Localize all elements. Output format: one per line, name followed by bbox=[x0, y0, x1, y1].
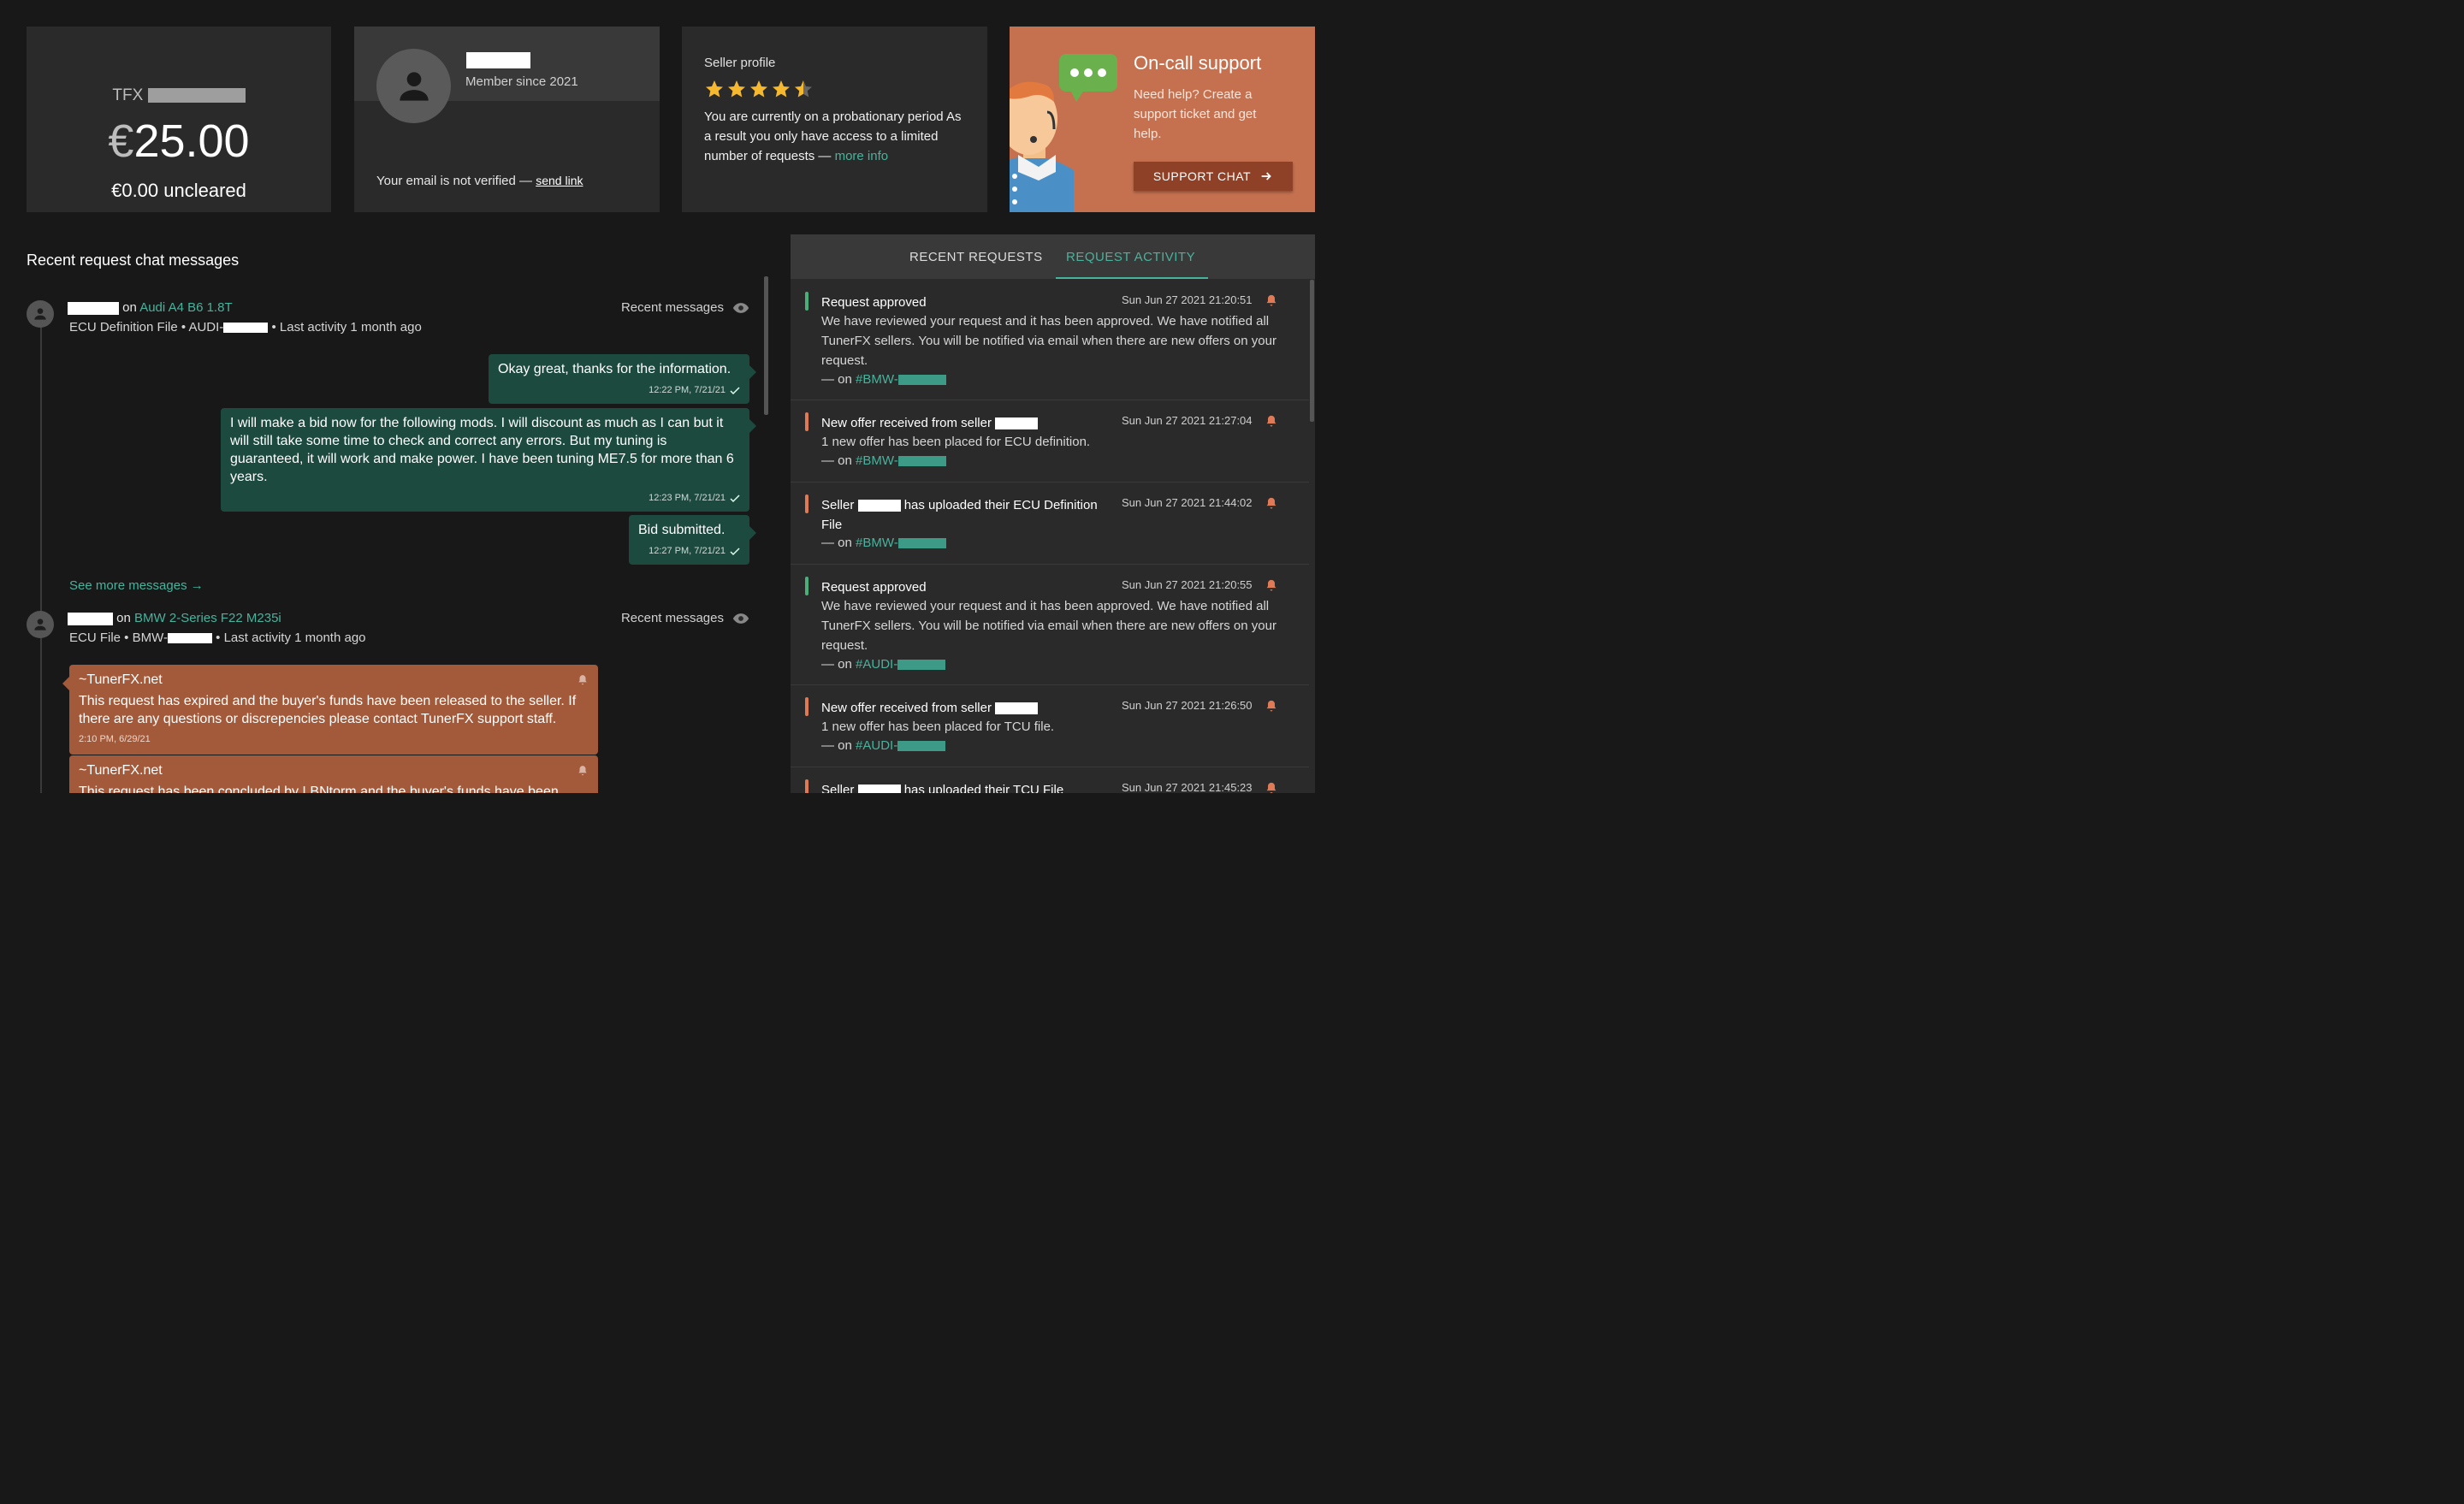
activity-item[interactable]: New offer received from seller Sun Jun 2… bbox=[791, 400, 1309, 483]
bell-icon bbox=[578, 765, 587, 775]
avatar bbox=[27, 611, 54, 638]
redacted-username bbox=[147, 88, 246, 104]
support-title: On-call support bbox=[1134, 52, 1262, 74]
bell-icon[interactable] bbox=[1265, 699, 1278, 714]
request-ref-link[interactable]: #BMW- bbox=[856, 453, 898, 468]
tab-request-activity[interactable]: REQUEST ACTIVITY bbox=[1066, 250, 1195, 264]
redacted-username bbox=[995, 702, 1039, 715]
send-link[interactable]: send link bbox=[536, 174, 583, 187]
balance-amount: €25.00 bbox=[108, 115, 250, 167]
redacted-username bbox=[995, 417, 1039, 430]
profile-card: Member since 2021 Your email is not veri… bbox=[354, 27, 660, 212]
system-message: ~TunerFX.net This request has been concl… bbox=[69, 755, 598, 793]
chat-section-title: Recent request chat messages bbox=[27, 252, 240, 269]
activity-item[interactable]: Seller has uploaded their ECU Definition… bbox=[791, 483, 1309, 565]
activity-panel: RECENT REQUESTS REQUEST ACTIVITY Request… bbox=[791, 234, 1315, 793]
recent-messages-toggle[interactable]: Recent messages bbox=[621, 300, 749, 315]
recent-messages-toggle[interactable]: Recent messages bbox=[621, 611, 749, 625]
support-card: On-call support Need help? Create a supp… bbox=[1010, 27, 1315, 212]
check-icon bbox=[730, 547, 740, 555]
balance-card: TFX €25.00 €0.00 uncleared bbox=[27, 27, 331, 212]
check-icon bbox=[730, 386, 740, 394]
redacted-username bbox=[466, 52, 530, 68]
avatar[interactable] bbox=[376, 49, 451, 123]
chat-message: Okay great, thanks for the information. … bbox=[489, 354, 756, 404]
activity-item[interactable]: Request approved Sun Jun 27 2021 21:20:5… bbox=[791, 280, 1309, 400]
balance-currency: TFX bbox=[27, 86, 331, 105]
system-message: ~TunerFX.net This request has expired an… bbox=[62, 665, 598, 755]
support-description: Need help? Create a support ticket and g… bbox=[1134, 87, 1257, 141]
star-icon bbox=[706, 80, 723, 98]
chat-scrollbar[interactable] bbox=[764, 276, 768, 415]
redacted-id bbox=[223, 323, 269, 334]
vehicle-link[interactable]: Audi A4 B6 1.8T bbox=[139, 300, 232, 315]
see-more-messages-link[interactable]: See more messages → bbox=[69, 578, 204, 593]
email-status: Your email is not verified — send link bbox=[376, 174, 583, 188]
request-ref-link[interactable]: #AUDI- bbox=[856, 657, 897, 672]
star-icon bbox=[728, 80, 745, 98]
star-icon bbox=[773, 80, 790, 98]
bell-icon[interactable] bbox=[1265, 496, 1278, 511]
request-ref-link[interactable]: #AUDI- bbox=[856, 738, 897, 753]
request-ref-link[interactable]: #BMW- bbox=[856, 372, 898, 387]
more-info-link[interactable]: more info bbox=[835, 149, 889, 163]
probation-notice: You are currently on a probationary peri… bbox=[704, 110, 962, 163]
person-icon bbox=[34, 308, 46, 320]
bell-icon[interactable] bbox=[1265, 414, 1278, 429]
vehicle-link[interactable]: BMW 2-Series F22 M235i bbox=[134, 611, 281, 625]
support-chat-button[interactable]: SUPPORT CHAT bbox=[1134, 162, 1293, 191]
redacted-username bbox=[68, 301, 119, 315]
person-icon bbox=[34, 619, 46, 631]
uncleared-balance: €0.00 uncleared bbox=[111, 180, 246, 201]
seller-profile-card: Seller profile You are currently on a pr… bbox=[682, 27, 987, 212]
activity-tabs: RECENT REQUESTS REQUEST ACTIVITY bbox=[791, 234, 1315, 279]
member-since: Member since 2021 bbox=[465, 74, 578, 89]
avatar bbox=[27, 300, 54, 328]
bell-icon bbox=[578, 674, 587, 684]
star-half-icon bbox=[795, 80, 812, 98]
activity-item[interactable]: Request approved Sun Jun 27 2021 21:20:5… bbox=[791, 565, 1309, 685]
bell-icon[interactable] bbox=[1265, 781, 1278, 793]
activity-item[interactable]: Seller has uploaded their TCU File Sun J… bbox=[791, 767, 1309, 793]
chat-messages-list: on Audi A4 B6 1.8T ECU Definition File •… bbox=[27, 278, 771, 793]
arrow-right-icon bbox=[1261, 172, 1271, 181]
seller-rating bbox=[704, 79, 965, 99]
check-icon bbox=[730, 494, 740, 502]
chat-message: Bid submitted. 12:27 PM, 7/21/21 bbox=[629, 515, 756, 565]
request-ref-link[interactable]: #BMW- bbox=[856, 536, 898, 550]
seller-profile-title: Seller profile bbox=[704, 56, 776, 70]
star-icon bbox=[750, 80, 767, 98]
tab-recent-requests[interactable]: RECENT REQUESTS bbox=[909, 250, 1043, 264]
redacted-username bbox=[857, 785, 901, 793]
redacted-username bbox=[68, 612, 113, 625]
redacted-username bbox=[857, 500, 901, 512]
redacted-id bbox=[167, 633, 212, 644]
eye-icon bbox=[732, 613, 749, 624]
activity-scrollbar[interactable] bbox=[1310, 280, 1314, 422]
chat-message: I will make a bid now for the following … bbox=[221, 408, 756, 512]
activity-item[interactable]: New offer received from seller Sun Jun 2… bbox=[791, 685, 1309, 767]
eye-icon bbox=[732, 302, 749, 313]
bell-icon[interactable] bbox=[1265, 578, 1278, 593]
support-agent-illustration bbox=[1010, 54, 1117, 212]
bell-icon[interactable] bbox=[1265, 293, 1278, 308]
person-icon bbox=[399, 71, 429, 101]
